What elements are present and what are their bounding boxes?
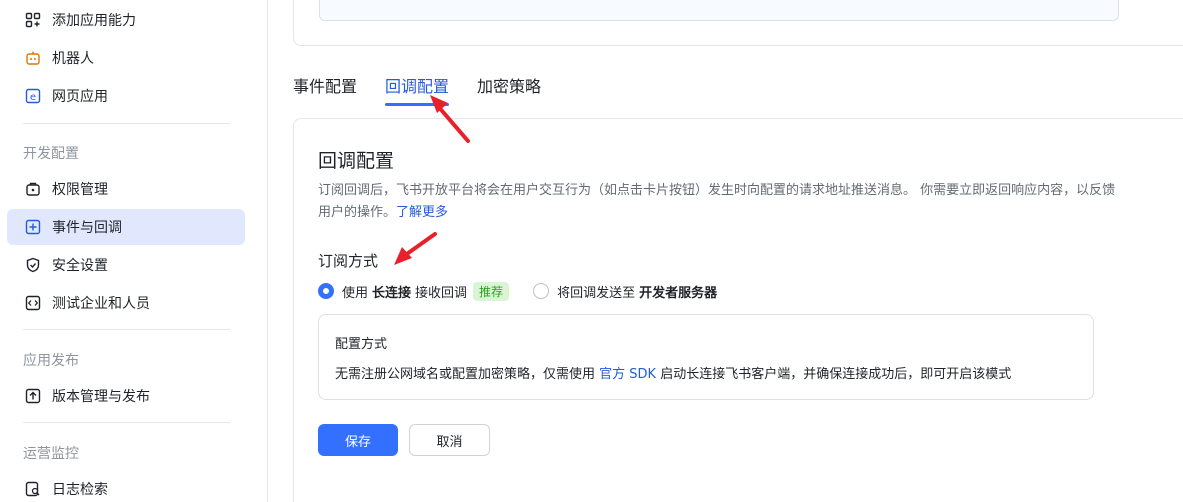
event-callback-icon	[24, 218, 42, 236]
radio-long-connection[interactable]	[318, 283, 334, 299]
annotation-arrow-subscription	[394, 232, 437, 265]
recommended-badge: 推荐	[473, 281, 510, 301]
tab-encryption[interactable]: 加密策略	[477, 73, 541, 107]
official-sdk-link[interactable]: 官方 SDK	[599, 367, 656, 382]
config-method-title: 配置方式	[335, 337, 388, 352]
sidebar-item-robot[interactable]: 机器人	[7, 40, 245, 76]
sidebar-group-monitor: 运营监控	[23, 446, 79, 462]
sidebar-group-dev: 开发配置	[23, 146, 79, 162]
test-org-icon	[24, 294, 42, 312]
tab-event-config[interactable]: 事件配置	[293, 73, 357, 107]
radio-developer-server[interactable]	[533, 283, 550, 299]
option1-suffix: 接收回调	[415, 285, 468, 301]
sidebar-divider	[23, 329, 230, 330]
previous-section-panel	[319, 0, 1119, 21]
option1-bold: 长连接	[372, 285, 412, 301]
config-desc-after: 启动长连接飞书客户端，并确保连接成功后，即可开启该模式	[660, 367, 1012, 382]
sidebar-divider	[23, 123, 230, 124]
svg-text:e: e	[30, 92, 36, 103]
sidebar-item-label: 权限管理	[52, 182, 108, 198]
subscription-options: 使用 长连接 接收回调 推荐 将回调发送至 开发者服务器	[318, 281, 721, 301]
sidebar-item-label: 测试企业和人员	[52, 296, 150, 312]
add-apps-icon	[24, 11, 42, 29]
sidebar-item-events-callbacks[interactable]: 事件与回调	[7, 209, 245, 245]
sidebar-item-label: 日志检索	[52, 482, 108, 498]
sidebar-item-web-app[interactable]: e 网页应用	[7, 78, 245, 114]
sidebar-item-test-org[interactable]: 测试企业和人员	[7, 285, 245, 321]
sidebar-item-label: 事件与回调	[52, 220, 122, 236]
web-app-icon: e	[24, 87, 42, 105]
page-title: 回调配置	[318, 150, 395, 172]
subscription-method-title: 订阅方式	[318, 252, 379, 270]
config-desc-before: 无需注册公网域名或配置加密策略，仅需使用	[335, 367, 596, 382]
previous-section-card	[293, 0, 1183, 46]
shield-icon	[24, 256, 42, 274]
sidebar-item-permissions[interactable]: 权限管理	[7, 171, 245, 207]
sidebar-group-release: 应用发布	[23, 353, 79, 369]
learn-more-link[interactable]: 了解更多	[396, 205, 448, 220]
robot-icon	[24, 49, 42, 67]
log-search-icon	[24, 480, 42, 498]
annotation-arrow-tab	[430, 95, 470, 143]
save-button[interactable]: 保存	[318, 424, 398, 456]
sidebar-item-label: 机器人	[52, 51, 94, 67]
sidebar-divider	[23, 422, 230, 423]
sidebar: 添加应用能力 机器人 e 网页应用 开发配置 权限管理 事件与回调 安全设置 测…	[0, 0, 268, 502]
permission-icon	[24, 180, 42, 198]
option2-bold: 开发者服务器	[639, 285, 718, 301]
option2-prefix: 将回调发送至	[557, 285, 636, 301]
option1-prefix: 使用	[342, 285, 369, 301]
sidebar-item-add-apps[interactable]: 添加应用能力	[7, 2, 245, 38]
sidebar-item-security[interactable]: 安全设置	[7, 247, 245, 283]
config-method-box	[318, 314, 1094, 400]
card-description: 订阅回调后，飞书开放平台将会在用户交互行为（如点击卡片按钮）发生时向配置的请求地…	[318, 180, 1118, 224]
sidebar-item-label: 添加应用能力	[52, 13, 136, 29]
cancel-button[interactable]: 取消	[409, 424, 490, 456]
app-root: 添加应用能力 机器人 e 网页应用 开发配置 权限管理 事件与回调 安全设置 测…	[0, 0, 1183, 502]
sidebar-item-label: 安全设置	[52, 258, 108, 274]
sidebar-item-label: 版本管理与发布	[52, 389, 150, 405]
upload-icon	[24, 387, 42, 405]
sidebar-item-label: 网页应用	[52, 89, 108, 105]
sidebar-item-log-search[interactable]: 日志检索	[7, 471, 245, 502]
sidebar-item-versions[interactable]: 版本管理与发布	[7, 378, 245, 414]
config-method-description: 无需注册公网域名或配置加密策略，仅需使用 官方 SDK 启动长连接飞书客户端，并…	[335, 363, 1011, 382]
